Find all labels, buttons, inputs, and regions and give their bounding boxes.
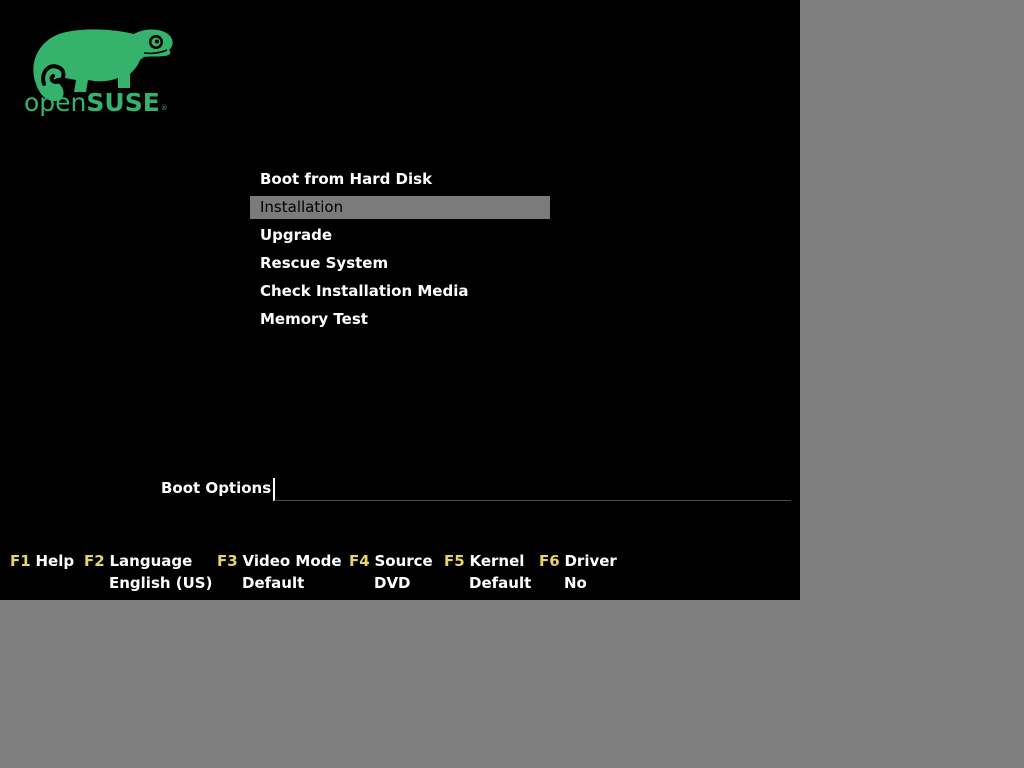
logo-text-suse: SUSE [86,88,160,117]
menu-item-rescue-system[interactable]: Rescue System [250,252,550,275]
fkey-name: Driver [564,552,617,570]
registered-mark: ® [160,104,168,112]
fkey-label: F5 [444,552,465,570]
fkey-name: Help [35,552,75,570]
opensuse-wordmark: openSUSE® [24,88,168,117]
fkey-label: F1 [10,552,31,570]
fkey-value: No [564,574,587,592]
fkey-f2-language[interactable]: F2 Language English (US) [84,552,212,592]
fkey-value: English (US) [109,574,213,592]
fkey-value: DVD [374,574,411,592]
function-key-bar: F1 Help F2 Language English (US) F3 Vide… [0,552,800,600]
fkey-label: F2 [84,552,105,570]
fkey-name: Kernel [469,552,525,570]
fkey-label: F6 [539,552,560,570]
fkey-f4-source[interactable]: F4 Source DVD [349,552,433,592]
boot-screen: openSUSE® Boot from Hard Disk Installati… [0,0,800,600]
menu-item-upgrade[interactable]: Upgrade [250,224,550,247]
fkey-value: Default [242,574,305,592]
fkey-value: Default [469,574,532,592]
boot-menu: Boot from Hard Disk Installation Upgrade… [250,168,550,336]
fkey-name: Source [374,552,433,570]
menu-item-check-installation-media[interactable]: Check Installation Media [250,280,550,303]
fkey-label: F4 [349,552,370,570]
fkey-f3-video-mode[interactable]: F3 Video Mode Default [217,552,342,592]
boot-options-input[interactable] [273,478,791,501]
boot-options-label: Boot Options [161,479,272,497]
fkey-name: Language [109,552,193,570]
menu-item-boot-from-hard-disk[interactable]: Boot from Hard Disk [250,168,550,191]
fkey-f5-kernel[interactable]: F5 Kernel Default [444,552,531,592]
fkey-f6-driver[interactable]: F6 Driver No [539,552,617,592]
fkey-name: Video Mode [242,552,342,570]
fkey-label: F3 [217,552,238,570]
menu-item-installation[interactable]: Installation [250,196,550,219]
fkey-f1-help[interactable]: F1 Help [10,552,74,570]
menu-item-memory-test[interactable]: Memory Test [250,308,550,331]
logo-text-open: open [24,88,87,117]
